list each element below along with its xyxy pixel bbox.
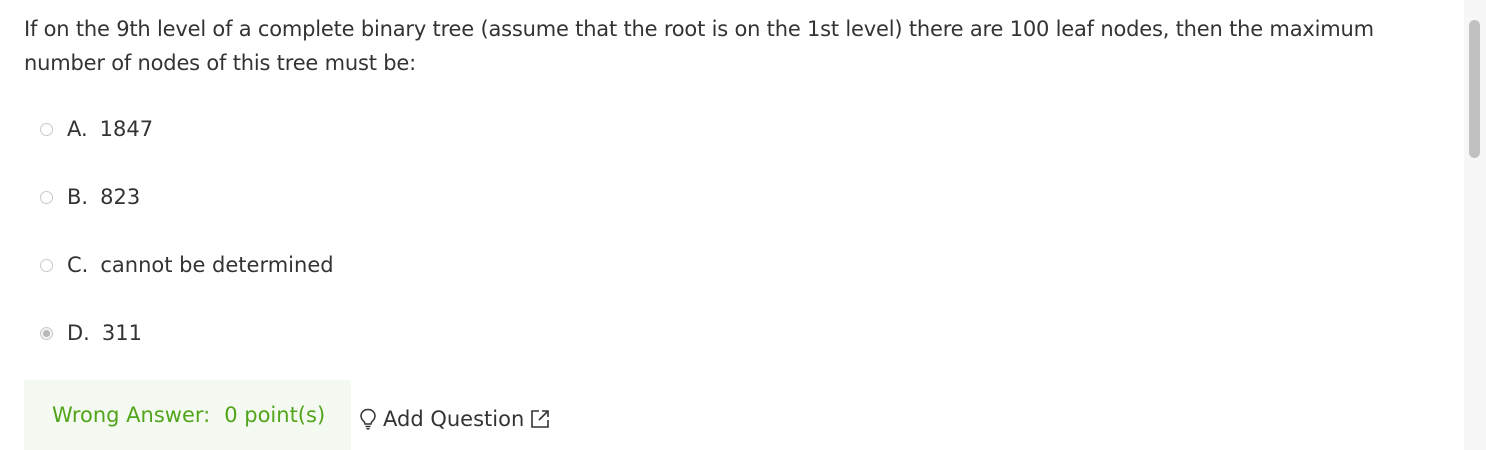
result-points: 0 point(s): [224, 403, 326, 427]
option-a[interactable]: A. 1847: [40, 112, 1444, 146]
question-content: If on the 9th level of a complete binary…: [24, 12, 1444, 384]
option-text: cannot be determined: [100, 253, 334, 277]
radio-button[interactable]: [40, 122, 53, 136]
result-box: Wrong Answer: 0 point(s): [24, 380, 351, 450]
question-text: If on the 9th level of a complete binary…: [24, 17, 1374, 75]
option-letter: A.: [67, 117, 88, 141]
option-letter: D.: [67, 321, 90, 345]
option-b[interactable]: B. 823: [40, 180, 1444, 214]
lightbulb-icon: [359, 408, 377, 430]
add-question-label: Add Question: [383, 407, 525, 431]
vertical-scrollbar[interactable]: [1464, 0, 1486, 450]
option-text: 823: [100, 185, 141, 209]
result-label: Wrong Answer:: [52, 403, 211, 427]
option-letter: C.: [67, 253, 89, 277]
scrollbar-thumb[interactable]: [1469, 20, 1480, 158]
option-d[interactable]: D. 311: [40, 316, 1444, 350]
external-link-icon: [530, 409, 550, 429]
radio-button[interactable]: [40, 258, 53, 272]
result-row: Wrong Answer: 0 point(s) Add Question: [24, 380, 550, 450]
add-question-link[interactable]: Add Question: [359, 380, 550, 450]
option-text: 311: [101, 321, 142, 345]
option-text: 1847: [99, 117, 154, 141]
answer-options: A. 1847 B. 823 C. cannot be determined D…: [24, 112, 1444, 350]
option-letter: B.: [67, 185, 89, 209]
radio-button-selected[interactable]: [40, 326, 53, 340]
option-c[interactable]: C. cannot be determined: [40, 248, 1444, 282]
radio-button[interactable]: [40, 190, 53, 204]
